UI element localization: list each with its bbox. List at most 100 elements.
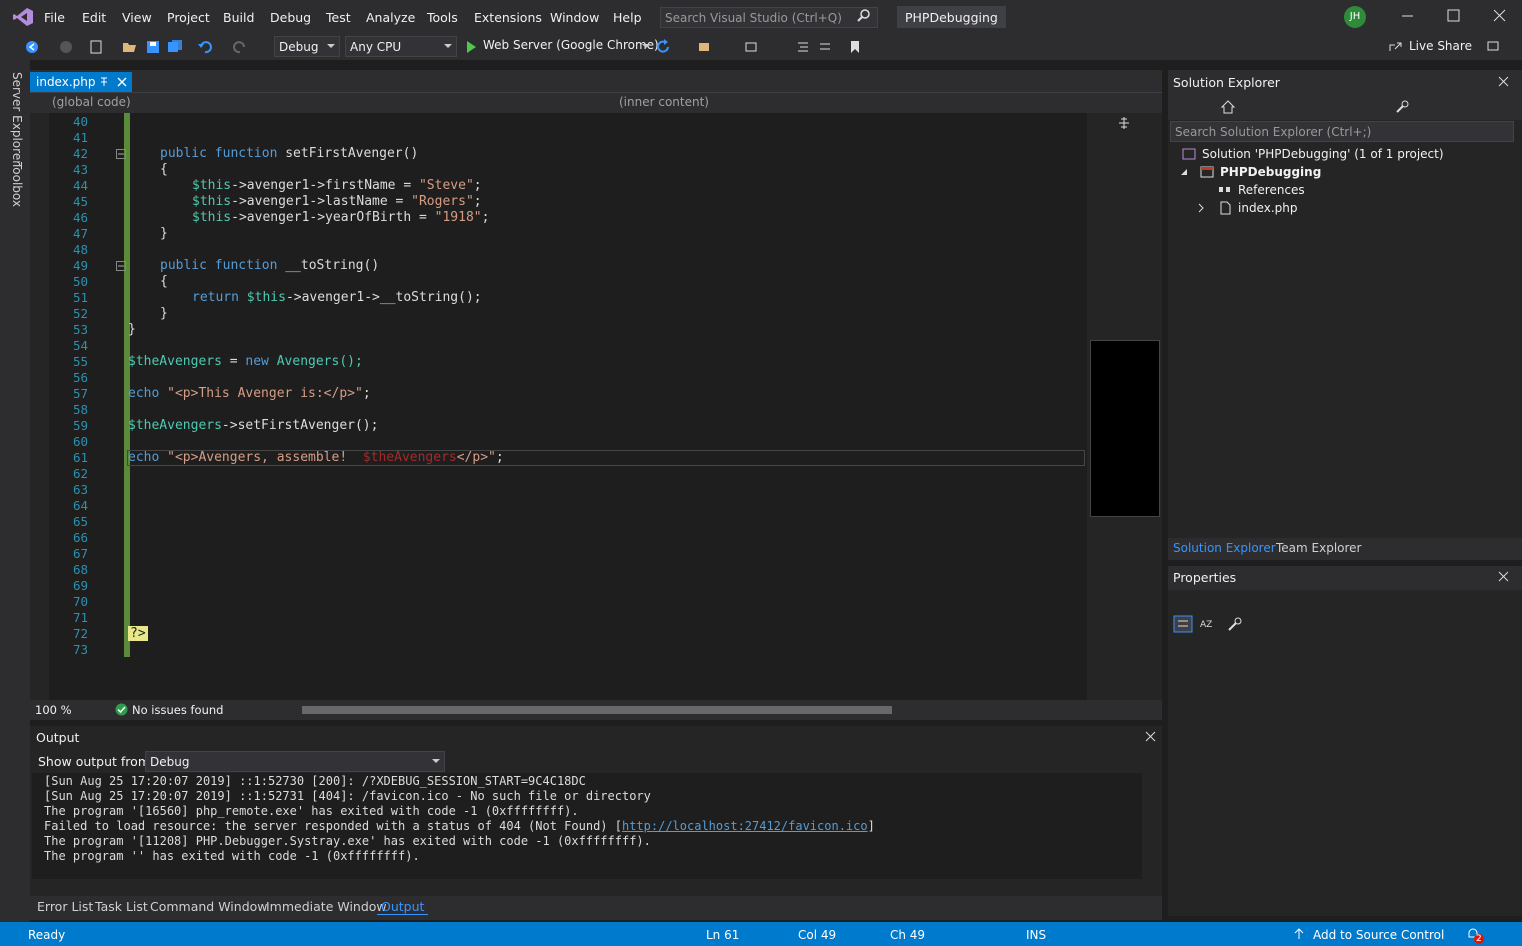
alphabetical-icon[interactable]: AZ [1198,615,1216,633]
chevron-down-icon[interactable] [641,41,651,51]
code-line-57: echo "<p>This Avenger is:</p>"; [128,386,371,401]
close-icon[interactable] [1498,571,1509,582]
search-icon[interactable] [856,8,872,24]
status-line[interactable]: Ln 61 [706,928,739,942]
close-icon[interactable] [1145,731,1156,742]
wrench-icon[interactable] [1394,99,1410,115]
scope-dropdown[interactable]: (global code) [52,95,131,109]
open-folder-icon[interactable] [122,39,138,55]
variable: $this [238,290,286,305]
scrollbar-thumb[interactable] [1090,340,1160,517]
live-share-button[interactable]: Live Share [1409,39,1472,53]
collapse-icon[interactable] [116,261,126,271]
menu-test[interactable]: Test [326,10,351,25]
feedback-icon[interactable] [1486,39,1502,55]
tab-immediate-window[interactable]: Immediate Window [266,899,387,914]
back-icon[interactable] [24,39,40,55]
solution-search-input[interactable]: Search Solution Explorer (Ctrl+;) [1170,121,1514,142]
start-debug-icon[interactable] [463,39,479,55]
undo-icon[interactable] [197,39,213,55]
new-project-icon[interactable] [88,39,104,55]
code-text: = [221,354,246,369]
collapsed-arrow-icon[interactable] [1196,203,1206,213]
menu-file[interactable]: File [44,10,65,25]
tree-item-solution[interactable]: Solution 'PHPDebugging' (1 of 1 project) [1202,147,1444,161]
refresh-icon[interactable] [655,39,671,55]
step-icon[interactable] [743,39,759,55]
menu-help[interactable]: Help [613,10,642,25]
pin-icon[interactable] [98,76,110,88]
keyword: echo [128,386,160,401]
minimize-icon[interactable] [1400,8,1416,24]
member-dropdown[interactable]: (inner content) [619,95,709,109]
forward-icon[interactable] [58,39,74,55]
zoom-dropdown[interactable]: 100 % [35,703,72,717]
line-number: 59 [72,418,88,433]
horizontal-scrollbar-thumb[interactable] [302,706,892,714]
status-insert-mode[interactable]: INS [1026,928,1046,942]
expand-arrow-icon[interactable] [1179,167,1189,177]
interpolated-variable: $theAvengers [362,450,457,465]
format-icon[interactable] [795,39,811,55]
categorized-icon[interactable] [1173,615,1193,633]
toolbox-tab[interactable]: Toolbox [10,162,24,207]
line-number: 65 [72,514,88,529]
search-input[interactable]: Search Visual Studio (Ctrl+Q) [660,7,878,28]
platform-dropdown[interactable]: Any CPU [345,36,457,57]
tree-item-references[interactable]: References [1238,183,1305,197]
menu-window[interactable]: Window [550,10,599,25]
menu-analyze[interactable]: Analyze [366,10,415,25]
redo-icon[interactable] [232,39,248,55]
line-number: 51 [72,290,88,305]
tab-output[interactable]: Output [377,899,429,915]
line-number: 54 [72,338,88,353]
menu-extensions[interactable]: Extensions [474,10,542,25]
menu-project[interactable]: Project [167,10,210,25]
status-ready: Ready [28,928,66,942]
live-share-icon[interactable] [1388,39,1404,55]
property-pages-icon[interactable] [1226,615,1244,633]
solution-icon [1182,148,1196,160]
browser-link-icon[interactable] [697,39,713,55]
menu-tools[interactable]: Tools [427,10,458,25]
save-icon[interactable] [145,39,161,55]
add-to-source-control-button[interactable]: Add to Source Control [1313,928,1444,942]
tab-task-list[interactable]: Task List [95,899,148,914]
menu-edit[interactable]: Edit [82,10,106,25]
save-all-icon[interactable] [167,39,183,55]
line-number: 53 [72,322,88,337]
string-literal: "1918" [434,210,482,225]
output-link[interactable]: http://localhost:27412/favicon.ico [622,819,868,833]
menu-debug[interactable]: Debug [270,10,311,25]
solution-name-badge: PHPDebugging [897,6,1006,28]
status-column[interactable]: Col 49 [798,928,836,942]
close-tab-icon[interactable] [116,76,128,88]
configuration-dropdown[interactable]: Debug [274,36,340,57]
avatar[interactable]: JH [1344,6,1366,28]
tab-error-list[interactable]: Error List [37,899,93,914]
collapse-icon[interactable] [116,149,126,159]
bookmark-icon[interactable] [847,39,863,55]
tab-command-window[interactable]: Command Window [150,899,268,914]
visual-studio-logo-icon[interactable] [12,7,34,27]
maximize-icon[interactable] [1446,8,1462,24]
menu-view[interactable]: View [122,10,152,25]
output-line: The program '[16560] php_remote.exe' has… [44,804,579,818]
home-icon[interactable] [1220,99,1236,115]
tree-item-project[interactable]: PHPDebugging [1220,165,1321,179]
status-char[interactable]: Ch 49 [890,928,925,942]
variable: $theAvengers [128,354,222,369]
comment-icon[interactable] [817,39,833,55]
menu-build[interactable]: Build [223,10,254,25]
close-icon[interactable] [1492,8,1508,24]
issues-status[interactable]: No issues found [132,703,223,717]
tree-item-index-php[interactable]: index.php [1238,201,1297,215]
tab-team-explorer[interactable]: Team Explorer [1276,541,1362,555]
tab-solution-explorer[interactable]: Solution Explorer [1173,541,1276,555]
code-line-55: $theAvengers = new Avengers(); [128,354,363,369]
close-icon[interactable] [1498,76,1509,87]
split-icon[interactable] [1117,116,1131,130]
server-explorer-tab[interactable]: Server Explorer [10,72,24,165]
output-source-dropdown[interactable]: Debug [145,751,445,772]
run-target-button[interactable]: Web Server (Google Chrome) [483,38,659,52]
